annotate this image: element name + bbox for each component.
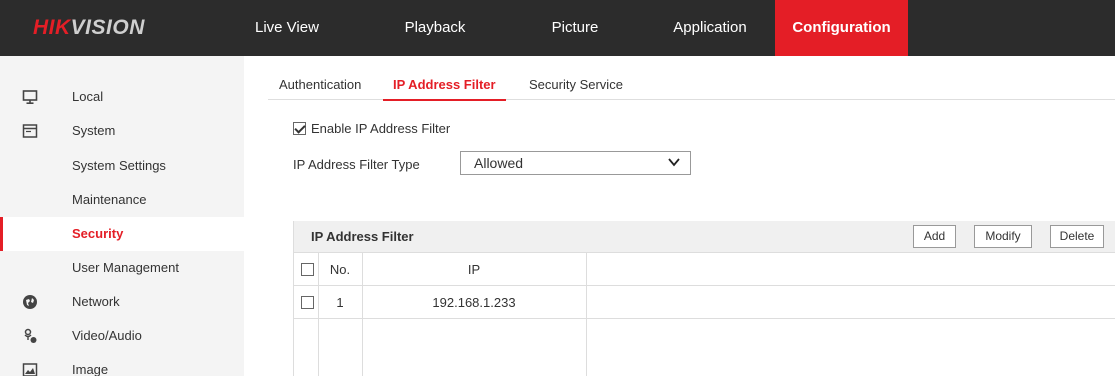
sidebar: Local System System Settings Maintenance… [0, 56, 244, 376]
logo-part-hik: HIK [33, 16, 71, 39]
sidebar-item-label: System [72, 123, 116, 138]
sidebar-item-maintenance[interactable]: Maintenance [0, 183, 244, 217]
column-divider [318, 253, 319, 376]
row-checkbox[interactable] [301, 296, 314, 309]
sidebar-item-label: Image [72, 362, 109, 376]
column-header-ip: IP [467, 262, 481, 277]
hikvision-logo: HIKVISION [33, 16, 145, 40]
tab-ip-address-filter[interactable]: IP Address Filter [383, 70, 506, 101]
tab-security-service[interactable]: Security Service [529, 70, 623, 100]
nav-picture[interactable]: Picture [515, 0, 635, 56]
sidebar-item-user-management[interactable]: User Management [0, 251, 244, 285]
sidebar-item-image[interactable]: Image [0, 353, 244, 376]
ip-filter-type-select[interactable]: Allowed [460, 151, 691, 175]
sidebar-item-label: Maintenance [72, 192, 147, 207]
nav-application[interactable]: Application [645, 0, 775, 56]
globe-icon [23, 295, 37, 309]
modify-button[interactable]: Modify [974, 225, 1032, 248]
system-window-icon [22, 124, 38, 138]
sidebar-item-security[interactable]: Security [0, 217, 244, 251]
column-divider [586, 253, 587, 376]
ip-filter-table: IP Address Filter Add Modify Delete No. … [293, 221, 1115, 376]
chevron-down-icon [668, 158, 680, 167]
sidebar-item-label: Network [72, 294, 120, 309]
top-navigation-bar: HIKVISION Live View Playback Picture App… [0, 0, 1115, 56]
sidebar-item-system[interactable]: System [0, 114, 244, 148]
ip-filter-type-label: IP Address Filter Type [293, 157, 420, 172]
row-no: 1 [336, 295, 344, 310]
sidebar-item-local[interactable]: Local [0, 80, 244, 114]
table-header-row: No. IP [294, 253, 1115, 286]
enable-ip-filter-checkbox[interactable] [293, 122, 306, 135]
image-icon [22, 363, 38, 376]
sidebar-item-label: System Settings [72, 158, 166, 173]
sub-tabs: Authentication IP Address Filter Securit… [268, 70, 1115, 101]
sidebar-item-label: Video/Audio [72, 328, 142, 343]
delete-button[interactable]: Delete [1050, 225, 1104, 248]
sidebar-item-video-audio[interactable]: Video/Audio [0, 319, 244, 353]
enable-ip-filter-label: Enable IP Address Filter [311, 121, 451, 136]
nav-configuration[interactable]: Configuration [775, 0, 908, 56]
column-divider [362, 253, 363, 376]
logo-part-vision: VISION [70, 16, 145, 39]
select-all-checkbox[interactable] [301, 263, 314, 276]
column-header-no: No. [329, 262, 351, 277]
table-title: IP Address Filter [311, 229, 414, 244]
sidebar-item-label: User Management [72, 260, 179, 275]
monitor-icon [22, 90, 38, 104]
sidebar-item-label: Local [72, 89, 104, 104]
table-row[interactable]: 1 192.168.1.233 [294, 286, 1115, 319]
video-audio-icon [24, 328, 37, 343]
sidebar-item-network[interactable]: Network [0, 285, 244, 319]
sidebar-item-system-settings[interactable]: System Settings [0, 149, 244, 183]
nav-live-view[interactable]: Live View [255, 0, 345, 56]
tab-authentication[interactable]: Authentication [279, 70, 361, 100]
add-button[interactable]: Add [913, 225, 956, 248]
nav-playback[interactable]: Playback [375, 0, 495, 56]
row-ip: 192.168.1.233 [432, 295, 516, 310]
sidebar-item-label: Security [72, 226, 124, 241]
ip-filter-type-value: Allowed [474, 155, 524, 171]
table-toolbar: IP Address Filter Add Modify Delete [294, 221, 1115, 253]
